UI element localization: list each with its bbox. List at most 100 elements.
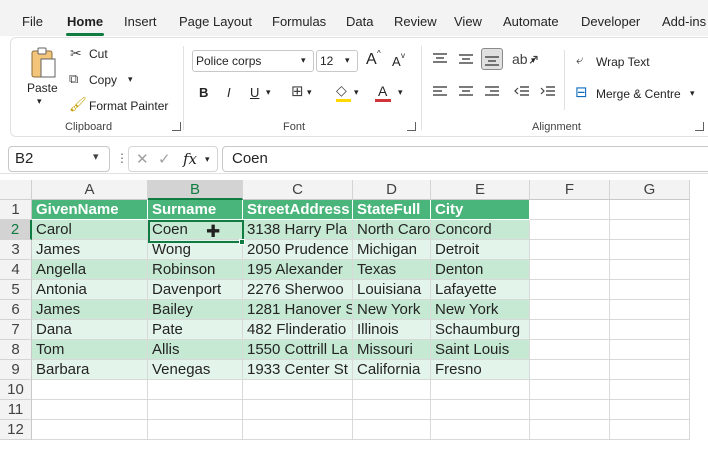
- paste-label[interactable]: Paste: [27, 81, 58, 95]
- table-header-cell[interactable]: City: [431, 200, 530, 220]
- font-name-select[interactable]: Police corps ▾: [192, 50, 314, 72]
- column-header-g[interactable]: G: [610, 180, 690, 200]
- paste-dropdown-icon[interactable]: ▾: [37, 96, 42, 107]
- orientation-dropdown-icon[interactable]: ▾: [531, 55, 536, 66]
- cell-a2[interactable]: Carol: [32, 220, 148, 240]
- alignment-launcher-icon[interactable]: [695, 122, 704, 131]
- grow-font-button[interactable]: A: [366, 51, 377, 69]
- tab-add-ins[interactable]: Add-ins: [662, 14, 706, 29]
- cell-e3[interactable]: Detroit: [431, 240, 530, 260]
- cell-c9[interactable]: 1933 Center St: [243, 360, 353, 380]
- cell-f6[interactable]: [530, 300, 610, 320]
- cell-g7[interactable]: [610, 320, 690, 340]
- cell-d3[interactable]: Michigan: [353, 240, 431, 260]
- cell-b3[interactable]: Wong: [148, 240, 243, 260]
- fill-handle[interactable]: [239, 239, 245, 245]
- cell-d9[interactable]: California: [353, 360, 431, 380]
- cell-a3[interactable]: James: [32, 240, 148, 260]
- font-color-dropdown-icon[interactable]: ▾: [398, 87, 403, 98]
- cell-g6[interactable]: [610, 300, 690, 320]
- increase-indent-icon[interactable]: [540, 85, 556, 99]
- row-header-10[interactable]: 10: [0, 380, 32, 400]
- merge-dropdown-icon[interactable]: ▾: [690, 88, 695, 99]
- tab-view[interactable]: View: [454, 14, 482, 29]
- underline-button[interactable]: U: [250, 85, 259, 100]
- decrease-indent-icon[interactable]: [514, 85, 530, 99]
- cell-a7[interactable]: Dana: [32, 320, 148, 340]
- cell-e7[interactable]: Schaumburg: [431, 320, 530, 340]
- cell-a9[interactable]: Barbara: [32, 360, 148, 380]
- insert-function-dropdown-icon[interactable]: ▾: [205, 154, 210, 165]
- row-header-5[interactable]: 5: [0, 280, 32, 300]
- align-top-icon[interactable]: [432, 52, 448, 66]
- bold-button[interactable]: B: [199, 85, 208, 100]
- cell-f3[interactable]: [530, 240, 610, 260]
- row-header-9[interactable]: 9: [0, 360, 32, 380]
- column-header-d[interactable]: D: [353, 180, 431, 200]
- column-header-e[interactable]: E: [431, 180, 530, 200]
- tab-review[interactable]: Review: [394, 14, 437, 29]
- cell-e10[interactable]: [431, 380, 530, 400]
- cell-b10[interactable]: [148, 380, 243, 400]
- row-header-6[interactable]: 6: [0, 300, 32, 320]
- name-box-dropdown-icon[interactable]: ▾: [93, 150, 99, 163]
- row-header-7[interactable]: 7: [0, 320, 32, 340]
- row-header-8[interactable]: 8: [0, 340, 32, 360]
- cell-a12[interactable]: [32, 420, 148, 440]
- clipboard-launcher-icon[interactable]: [172, 122, 181, 131]
- paste-button[interactable]: [27, 46, 61, 82]
- cell-d7[interactable]: Illinois: [353, 320, 431, 340]
- cell-b8[interactable]: Allis: [148, 340, 243, 360]
- underline-dropdown-icon[interactable]: ▾: [266, 87, 271, 98]
- font-size-select[interactable]: 12 ▾: [316, 50, 358, 72]
- cell-c3[interactable]: 2050 Prudence: [243, 240, 353, 260]
- cell-b11[interactable]: [148, 400, 243, 420]
- more-options-icon[interactable]: ⋮: [116, 151, 128, 165]
- cell-e11[interactable]: [431, 400, 530, 420]
- cell-c11[interactable]: [243, 400, 353, 420]
- borders-dropdown-icon[interactable]: ▾: [307, 87, 312, 98]
- cell-e9[interactable]: Fresno: [431, 360, 530, 380]
- cell-e4[interactable]: Denton: [431, 260, 530, 280]
- cell-a6[interactable]: James: [32, 300, 148, 320]
- cell-f2[interactable]: [530, 220, 610, 240]
- cell-e6[interactable]: New York: [431, 300, 530, 320]
- table-header-cell[interactable]: StateFull: [353, 200, 431, 220]
- table-header-cell[interactable]: Surname: [148, 200, 243, 220]
- cell-g8[interactable]: [610, 340, 690, 360]
- cell-a4[interactable]: Angella: [32, 260, 148, 280]
- table-header-cell[interactable]: StreetAddress: [243, 200, 353, 220]
- cell-d6[interactable]: New York: [353, 300, 431, 320]
- row-header-2[interactable]: 2: [0, 220, 32, 240]
- align-bottom-button[interactable]: [481, 48, 503, 70]
- cell-g10[interactable]: [610, 380, 690, 400]
- tab-formulas[interactable]: Formulas: [272, 14, 326, 29]
- cell-a11[interactable]: [32, 400, 148, 420]
- cell-f10[interactable]: [530, 380, 610, 400]
- cell-d8[interactable]: Missouri: [353, 340, 431, 360]
- fill-color-dropdown-icon[interactable]: ▾: [354, 87, 359, 98]
- italic-button[interactable]: I: [227, 85, 231, 100]
- format-painter-button[interactable]: Format Painter: [89, 99, 168, 113]
- tab-data[interactable]: Data: [346, 14, 373, 29]
- cell-e8[interactable]: Saint Louis: [431, 340, 530, 360]
- tab-home[interactable]: Home: [67, 14, 103, 29]
- tab-page-layout[interactable]: Page Layout: [179, 14, 252, 29]
- wrap-text-button[interactable]: Wrap Text: [596, 55, 650, 69]
- row-header-12[interactable]: 12: [0, 420, 32, 440]
- cell-f8[interactable]: [530, 340, 610, 360]
- cell-b5[interactable]: Davenport: [148, 280, 243, 300]
- cell-c10[interactable]: [243, 380, 353, 400]
- merge-centre-button[interactable]: Merge & Centre: [596, 87, 681, 101]
- cell-d10[interactable]: [353, 380, 431, 400]
- cancel-icon[interactable]: ✕: [136, 150, 149, 168]
- column-header-a[interactable]: A: [32, 180, 148, 200]
- cell-f5[interactable]: [530, 280, 610, 300]
- cell-a10[interactable]: [32, 380, 148, 400]
- cell-g5[interactable]: [610, 280, 690, 300]
- insert-function-button[interactable]: fx: [183, 150, 197, 168]
- cell-b9[interactable]: Venegas: [148, 360, 243, 380]
- select-all-corner[interactable]: [0, 180, 32, 200]
- row-header-3[interactable]: 3: [0, 240, 32, 260]
- column-header-c[interactable]: C: [243, 180, 353, 200]
